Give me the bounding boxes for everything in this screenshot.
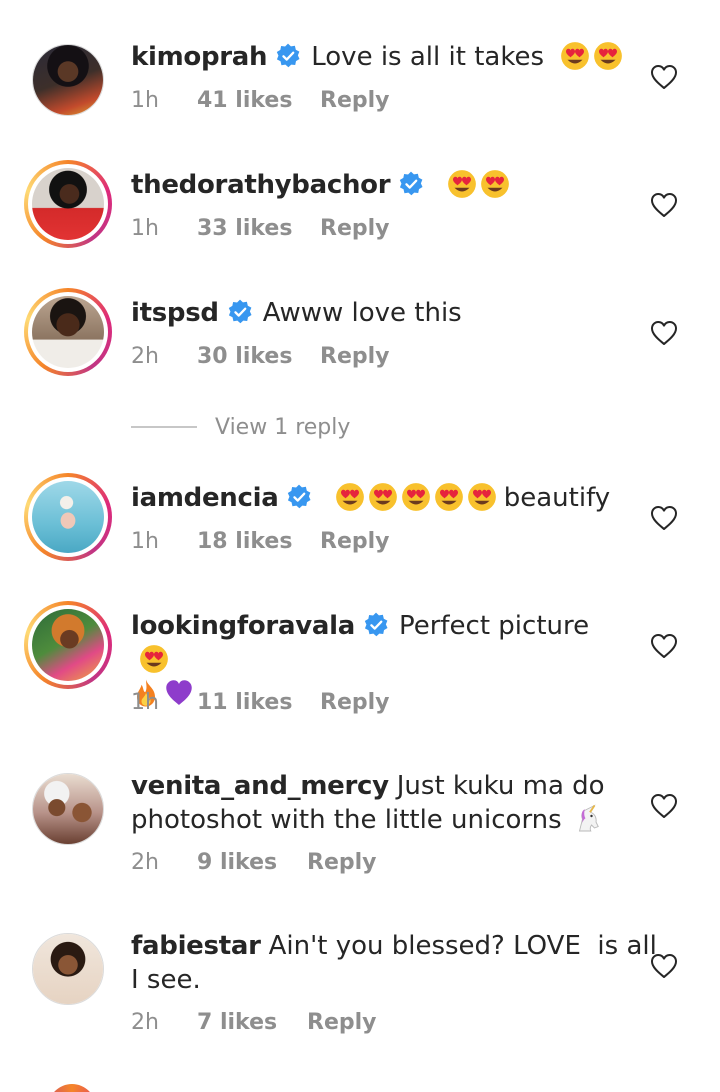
view-replies-label: View 1 reply: [215, 414, 351, 440]
comment-username[interactable]: iamdencia: [131, 483, 279, 513]
heart-eyes-emoji-icon: [447, 169, 477, 199]
comment-time: 1h: [131, 690, 159, 715]
avatar[interactable]: [32, 933, 104, 1005]
avatar-image: [33, 774, 103, 844]
heart-eyes-emoji-icon: [480, 169, 510, 199]
heart-eyes-emoji-icon: [560, 41, 590, 71]
like-heart-icon[interactable]: [650, 633, 678, 659]
avatar-image: [33, 45, 103, 115]
like-heart-icon[interactable]: [650, 320, 678, 346]
likes-count[interactable]: 18 likes: [197, 529, 320, 554]
likes-count[interactable]: 9 likes: [197, 850, 307, 875]
comment-meta: 1h 18 likes Reply: [131, 529, 390, 554]
likes-count[interactable]: 11 likes: [197, 690, 320, 715]
comment-time: 1h: [131, 216, 159, 241]
like-heart-icon[interactable]: [650, 192, 678, 218]
avatar[interactable]: [24, 601, 112, 689]
comment-time: 1h: [131, 529, 159, 554]
reply-button[interactable]: Reply: [320, 344, 390, 369]
comment-meta: 2h 9 likes Reply: [131, 850, 377, 875]
comment-username[interactable]: thedorathybachor: [131, 170, 391, 200]
avatar[interactable]: [24, 288, 112, 376]
verified-badge-icon: [275, 43, 301, 69]
heart-eyes-emoji-icon: [401, 482, 431, 512]
replies-divider: [131, 426, 197, 428]
reply-button[interactable]: Reply: [307, 1010, 377, 1035]
comment-text-continued: I see.: [131, 965, 201, 995]
comment-text: beautify: [503, 483, 611, 513]
avatar[interactable]: [24, 160, 112, 248]
heart-eyes-emoji-icon: [467, 482, 497, 512]
comment-text: Perfect picture: [398, 611, 590, 641]
avatar[interactable]: [24, 473, 112, 561]
comment-time: 2h: [131, 344, 159, 369]
comment-meta: 1h 41 likes Reply: [131, 88, 390, 113]
verified-badge-icon: [398, 171, 424, 197]
heart-eyes-emoji-icon: [139, 644, 169, 674]
reply-button[interactable]: Reply: [320, 529, 390, 554]
avatar-image: [33, 934, 103, 1004]
verified-badge-icon: [363, 612, 389, 638]
comment-username[interactable]: itspsd: [131, 298, 219, 328]
reply-button[interactable]: Reply: [320, 88, 390, 113]
like-heart-icon[interactable]: [650, 793, 678, 819]
avatar-image: [32, 481, 104, 553]
comment-time: 2h: [131, 1010, 159, 1035]
comment-text: Love is all it takes: [311, 42, 544, 72]
comment-text: Awww love this: [262, 298, 462, 328]
like-heart-icon[interactable]: [650, 505, 678, 531]
next-comment-avatar[interactable]: [48, 1084, 96, 1092]
avatar-image: [32, 168, 104, 240]
comment-meta: 1h 33 likes Reply: [131, 216, 390, 241]
heart-eyes-emoji-icon: [434, 482, 464, 512]
avatar[interactable]: [32, 44, 104, 116]
heart-eyes-emoji-icon: [368, 482, 398, 512]
likes-count[interactable]: 41 likes: [197, 88, 320, 113]
comment-username[interactable]: fabiestar: [131, 931, 261, 961]
verified-badge-icon: [227, 299, 253, 325]
comment-username[interactable]: lookingforavala: [131, 611, 355, 641]
comment-meta: 2h 30 likes Reply: [131, 344, 390, 369]
comment-time: 2h: [131, 850, 159, 875]
comment-text-continued: photoshot with the little unicorns: [131, 805, 562, 835]
avatar[interactable]: [32, 773, 104, 845]
likes-count[interactable]: 33 likes: [197, 216, 320, 241]
like-heart-icon[interactable]: [650, 953, 678, 979]
comment-text: Just kuku ma do: [396, 771, 605, 801]
comment-text: Ain't you blessed? LOVE is all: [268, 931, 657, 961]
like-heart-icon[interactable]: [650, 64, 678, 90]
comment-time: 1h: [131, 88, 159, 113]
reply-button[interactable]: Reply: [320, 690, 390, 715]
heart-eyes-emoji-icon: [593, 41, 623, 71]
view-replies-button[interactable]: View 1 reply: [131, 410, 350, 444]
comment-username[interactable]: venita_and_mercy: [131, 771, 389, 801]
unicorn-emoji-icon: [572, 804, 602, 834]
likes-count[interactable]: 30 likes: [197, 344, 320, 369]
heart-eyes-emoji-icon: [335, 482, 365, 512]
comment-meta: 2h 7 likes Reply: [131, 1010, 377, 1035]
comment-meta: 1h 11 likes Reply: [131, 690, 390, 715]
avatar-image: [32, 296, 104, 368]
comment-username[interactable]: kimoprah: [131, 42, 268, 72]
verified-badge-icon: [286, 484, 312, 510]
reply-button[interactable]: Reply: [307, 850, 377, 875]
likes-count[interactable]: 7 likes: [197, 1010, 307, 1035]
reply-button[interactable]: Reply: [320, 216, 390, 241]
avatar-image: [32, 609, 104, 681]
